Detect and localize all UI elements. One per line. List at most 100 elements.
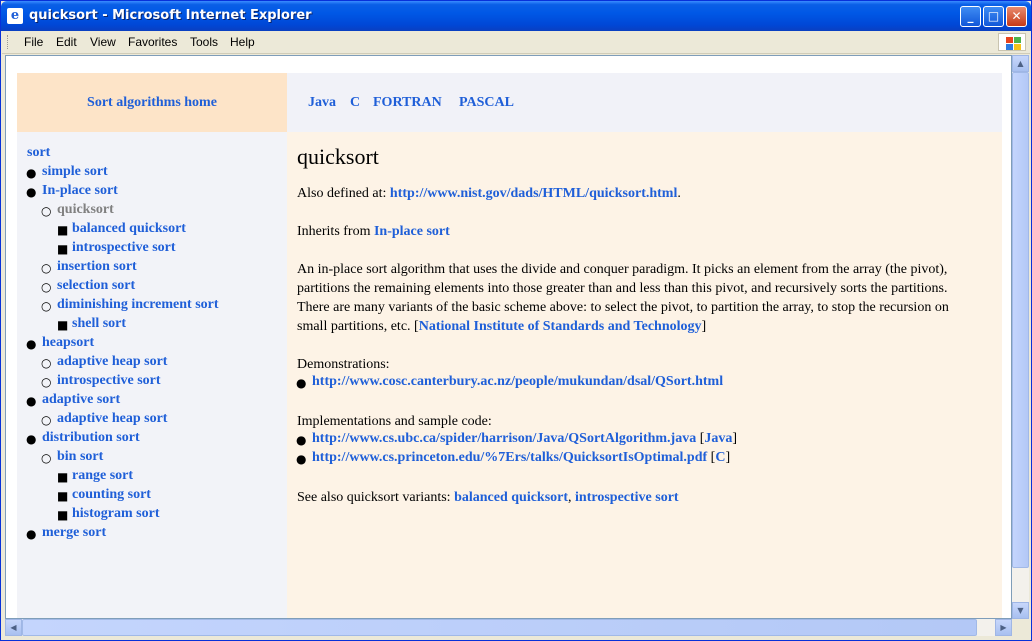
minimize-button[interactable]: _ bbox=[960, 6, 981, 27]
bullet-circle-icon: ○ bbox=[41, 280, 52, 294]
bullet-circle-icon: ○ bbox=[41, 451, 52, 465]
sidebar-item[interactable]: range sort bbox=[72, 468, 133, 484]
demo-link[interactable]: http://www.cosc.canterbury.ac.nz/people/… bbox=[312, 374, 723, 390]
nist-link[interactable]: http://www.nist.gov/dads/HTML/quicksort.… bbox=[390, 186, 677, 201]
sidebar-item[interactable]: simple sort bbox=[42, 164, 108, 180]
see-also-link[interactable]: introspective sort bbox=[575, 490, 679, 505]
lang-link-pascal[interactable]: PASCAL bbox=[459, 95, 514, 111]
also-defined-period: . bbox=[677, 186, 681, 201]
vertical-scrollbar[interactable]: ▲ ▼ bbox=[1012, 55, 1029, 619]
inherits-label: Inherits from bbox=[297, 224, 374, 239]
window-title: quicksort - Microsoft Internet Explorer bbox=[29, 8, 312, 23]
sidebar-item[interactable]: introspective sort bbox=[72, 240, 176, 256]
lang-link-c[interactable]: C bbox=[350, 95, 360, 111]
impl-lang-link[interactable]: C bbox=[715, 450, 725, 465]
lang-link-fortran[interactable]: FORTRAN bbox=[373, 95, 442, 111]
scroll-right-icon[interactable]: ▶ bbox=[995, 619, 1012, 636]
nist-source-link[interactable]: National Institute of Standards and Tech… bbox=[419, 319, 702, 334]
home-link[interactable]: Sort algorithms home bbox=[17, 95, 287, 111]
sidebar-item[interactable]: adaptive sort bbox=[42, 392, 120, 408]
scroll-up-icon[interactable]: ▲ bbox=[1012, 55, 1029, 72]
page-title: quicksort bbox=[297, 144, 379, 169]
close-button[interactable]: ✕ bbox=[1006, 6, 1027, 27]
sidebar: sort ● simple sort ● In-place sort ○ qui… bbox=[17, 132, 287, 618]
scroll-left-icon[interactable]: ◀ bbox=[5, 619, 22, 636]
sidebar-item[interactable]: diminishing increment sort bbox=[57, 297, 219, 313]
sidebar-item[interactable]: distribution sort bbox=[42, 430, 140, 446]
bullet-square-icon: ■ bbox=[57, 489, 69, 503]
bullet-disc-icon: ● bbox=[26, 166, 37, 180]
bullet-circle-icon: ○ bbox=[41, 375, 52, 389]
sidebar-item-current: quicksort bbox=[57, 202, 114, 217]
horizontal-scrollbar[interactable]: ◀ ▶ bbox=[5, 619, 1012, 636]
description-paragraph: An in-place sort algorithm that uses the… bbox=[297, 260, 949, 336]
also-defined-line: Also defined at: http://www.nist.gov/dad… bbox=[297, 184, 681, 203]
bullet-disc-icon: ● bbox=[26, 527, 37, 541]
sidebar-item[interactable]: introspective sort bbox=[57, 373, 161, 389]
maximize-button[interactable]: □ bbox=[983, 6, 1004, 27]
sidebar-item[interactable]: insertion sort bbox=[57, 259, 137, 275]
description-line: small partitions, etc. [National Institu… bbox=[297, 319, 707, 334]
toolbar-grip[interactable] bbox=[7, 35, 11, 49]
sidebar-item[interactable]: merge sort bbox=[42, 525, 106, 541]
bullet-square-icon: ■ bbox=[57, 508, 69, 522]
bullet-square-icon: ■ bbox=[57, 318, 69, 332]
see-also-link[interactable]: balanced quicksort bbox=[454, 490, 568, 505]
bullet-disc-icon: ● bbox=[296, 433, 307, 447]
description-line-text: small partitions, etc. bbox=[297, 319, 415, 334]
bullet-square-icon: ■ bbox=[57, 242, 69, 256]
bullet-circle-icon: ○ bbox=[41, 261, 52, 275]
bullet-disc-icon: ● bbox=[26, 185, 37, 199]
sidebar-item[interactable]: In-place sort bbox=[42, 183, 118, 199]
description-line: There are many variants of the basic sch… bbox=[297, 300, 949, 315]
sidebar-root-sort[interactable]: sort bbox=[27, 145, 50, 161]
browser-window: e quicksort - Microsoft Internet Explore… bbox=[0, 0, 1032, 641]
home-header: Sort algorithms home bbox=[17, 73, 287, 132]
bullet-disc-icon: ● bbox=[26, 432, 37, 446]
sidebar-item[interactable]: adaptive heap sort bbox=[57, 354, 167, 370]
also-defined-label: Also defined at: bbox=[297, 186, 390, 201]
sidebar-item[interactable]: counting sort bbox=[72, 487, 151, 503]
ie-icon: e bbox=[7, 8, 23, 24]
menu-tools[interactable]: Tools bbox=[190, 35, 218, 49]
sidebar-item[interactable]: adaptive heap sort bbox=[57, 411, 167, 427]
bullet-circle-icon: ○ bbox=[41, 413, 52, 427]
menu-favorites[interactable]: Favorites bbox=[128, 35, 177, 49]
lang-link-java[interactable]: Java bbox=[308, 95, 336, 111]
vertical-scroll-thumb[interactable] bbox=[1012, 72, 1029, 568]
impl-lang-link[interactable]: Java bbox=[704, 431, 732, 446]
impl-link[interactable]: http://www.cs.princeton.edu/%7Ers/talks/… bbox=[312, 450, 707, 465]
bullet-circle-icon: ○ bbox=[41, 204, 52, 218]
scroll-down-icon[interactable]: ▼ bbox=[1012, 602, 1029, 619]
bullet-square-icon: ■ bbox=[57, 223, 69, 237]
impl-item: http://www.cs.ubc.ca/spider/harrison/Jav… bbox=[312, 431, 738, 446]
bullet-disc-icon: ● bbox=[296, 452, 307, 466]
windows-logo-icon bbox=[998, 33, 1026, 51]
main-content: quicksort Also defined at: http://www.ni… bbox=[287, 132, 1002, 618]
title-bar[interactable]: e quicksort - Microsoft Internet Explore… bbox=[1, 1, 1031, 31]
horizontal-scroll-thumb[interactable] bbox=[22, 619, 977, 636]
see-also-label: See also quicksort variants: bbox=[297, 490, 455, 505]
sidebar-item[interactable]: balanced quicksort bbox=[72, 221, 186, 237]
menu-view[interactable]: View bbox=[90, 35, 116, 49]
menu-edit[interactable]: Edit bbox=[56, 35, 77, 49]
inherits-line: Inherits from In-place sort bbox=[297, 222, 450, 241]
sidebar-item[interactable]: bin sort bbox=[57, 449, 103, 465]
demos-label: Demonstrations: bbox=[297, 357, 390, 372]
sidebar-item[interactable]: heapsort bbox=[42, 335, 94, 351]
inherits-link[interactable]: In-place sort bbox=[374, 224, 450, 239]
bullet-circle-icon: ○ bbox=[41, 299, 52, 313]
menu-file[interactable]: File bbox=[24, 35, 43, 49]
description-line: partitions the remaining elements into t… bbox=[297, 281, 948, 296]
bullet-square-icon: ■ bbox=[57, 470, 69, 484]
sidebar-item[interactable]: shell sort bbox=[72, 316, 126, 332]
bullet-disc-icon: ● bbox=[296, 376, 307, 390]
page-viewport: Sort algorithms home Java C FORTRAN PASC… bbox=[5, 55, 1012, 619]
impl-link[interactable]: http://www.cs.ubc.ca/spider/harrison/Jav… bbox=[312, 431, 696, 446]
scrollbar-corner bbox=[1012, 619, 1029, 636]
impl-item: http://www.cs.princeton.edu/%7Ers/talks/… bbox=[312, 450, 731, 465]
bullet-disc-icon: ● bbox=[26, 394, 37, 408]
sidebar-item[interactable]: histogram sort bbox=[72, 506, 160, 522]
menu-help[interactable]: Help bbox=[230, 35, 255, 49]
sidebar-item[interactable]: selection sort bbox=[57, 278, 135, 294]
